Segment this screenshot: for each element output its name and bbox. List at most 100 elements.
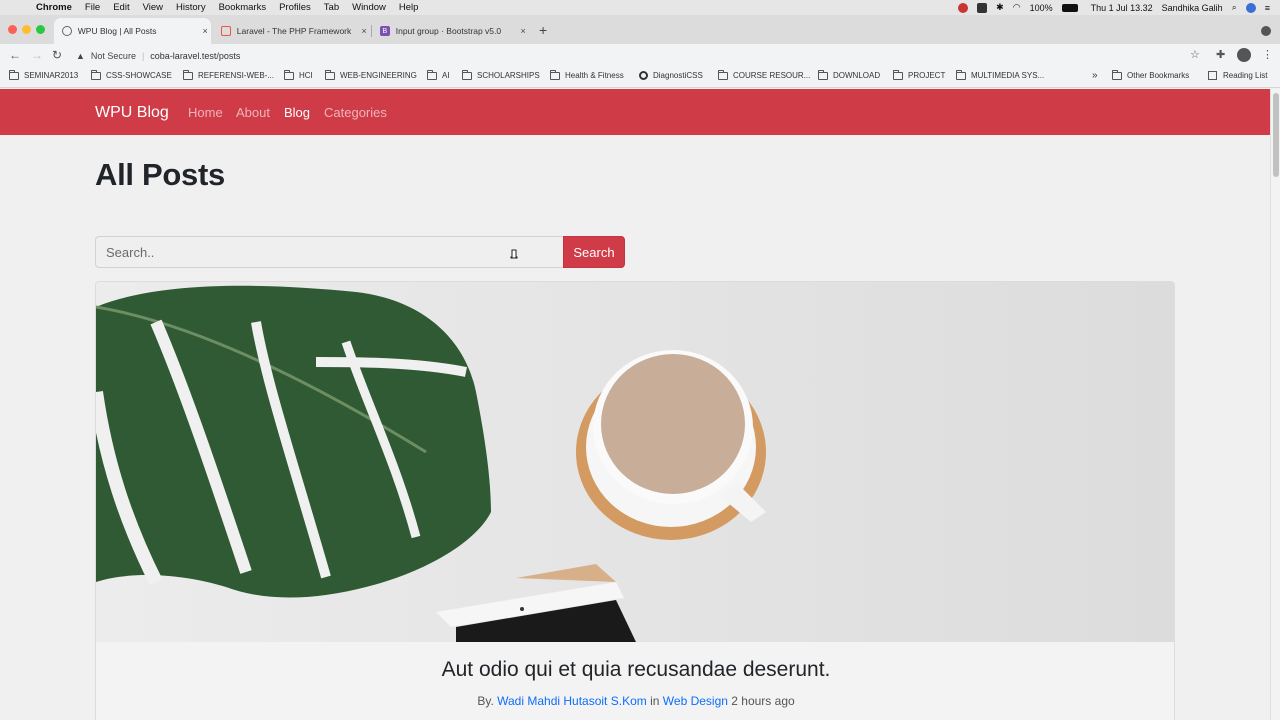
spotlight-search-icon[interactable]: ⌕ bbox=[1232, 2, 1237, 13]
tab-title: Laravel - The PHP Framework bbox=[236, 26, 352, 36]
site-brand[interactable]: WPU Blog bbox=[95, 104, 169, 122]
bookmark-label: SCHOLARSHIPS bbox=[477, 71, 540, 80]
bookmark-folder[interactable]: SEMINAR2013 bbox=[9, 69, 79, 80]
by-label: By. bbox=[477, 694, 494, 708]
folder-icon bbox=[9, 69, 19, 80]
chrome-menu-icon[interactable]: ⋮ bbox=[1262, 49, 1273, 61]
tab-title: WPU Blog | All Posts bbox=[77, 26, 157, 36]
menu-help[interactable]: Help bbox=[399, 2, 419, 13]
menu-bookmarks[interactable]: Bookmarks bbox=[219, 2, 267, 13]
bookmark-folder[interactable]: MULTIMEDIA SYS... bbox=[956, 69, 1044, 80]
laravel-icon bbox=[221, 26, 231, 36]
menu-view[interactable]: View bbox=[143, 2, 163, 13]
bookmark-folder[interactable]: WEB-ENGINEERING bbox=[325, 69, 417, 80]
address-bar[interactable]: ▲ Not Secure | coba-laravel.test/posts bbox=[76, 47, 240, 64]
post-title[interactable]: Aut odio qui et quia recusandae deserunt… bbox=[96, 658, 1174, 682]
scrollbar-thumb[interactable] bbox=[1273, 93, 1279, 177]
window-zoom-button[interactable] bbox=[36, 25, 45, 34]
nav-home[interactable]: Home bbox=[188, 105, 223, 120]
author-link[interactable]: Wadi Mahdi Hutasoit S.Kom bbox=[497, 694, 647, 708]
profile-avatar[interactable] bbox=[1237, 48, 1251, 62]
window-close-button[interactable] bbox=[8, 25, 17, 34]
tab-search-icon[interactable] bbox=[1261, 26, 1271, 36]
back-arrow-icon[interactable]: ← bbox=[9, 49, 21, 61]
reading-list[interactable]: Reading List bbox=[1208, 71, 1267, 80]
reload-icon[interactable]: ↻ bbox=[52, 49, 62, 61]
menu-window[interactable]: Window bbox=[352, 2, 386, 13]
post-time: 2 hours ago bbox=[731, 694, 795, 708]
bookmark-star-icon[interactable]: ☆ bbox=[1190, 49, 1200, 61]
more-bookmarks-chevron[interactable]: » bbox=[1092, 70, 1098, 81]
tab-close-icon[interactable]: × bbox=[358, 26, 370, 36]
folder-icon bbox=[325, 69, 335, 80]
bookmark-link[interactable]: DiagnostiCSS bbox=[639, 71, 703, 80]
folder-icon bbox=[1112, 69, 1122, 80]
folder-icon bbox=[183, 69, 193, 80]
search-input[interactable] bbox=[95, 236, 563, 268]
folder-icon bbox=[462, 69, 472, 80]
nav-blog[interactable]: Blog bbox=[284, 105, 310, 120]
browser-tab-strip: WPU Blog | All Posts × Laravel - The PHP… bbox=[0, 15, 1280, 44]
record-icon[interactable] bbox=[958, 2, 969, 13]
bookmark-folder[interactable]: DOWNLOAD bbox=[818, 69, 880, 80]
bookmark-folder[interactable]: REFERENSI-WEB-... bbox=[183, 69, 274, 80]
bookmark-folder[interactable]: SCHOLARSHIPS bbox=[462, 69, 540, 80]
window-minimize-button[interactable] bbox=[22, 25, 31, 34]
post-image[interactable] bbox=[96, 282, 1175, 642]
battery-icon[interactable] bbox=[1061, 3, 1078, 12]
category-link[interactable]: Web Design bbox=[663, 694, 728, 708]
wifi-icon[interactable]: ◠ bbox=[1013, 2, 1021, 13]
browser-toolbar: ← → ↻ ▲ Not Secure | coba-laravel.test/p… bbox=[0, 44, 1280, 67]
extensions-icon[interactable]: ✚ bbox=[1216, 49, 1225, 61]
menu-app-name[interactable]: Chrome bbox=[36, 2, 72, 13]
tab-bootstrap[interactable]: B Input group · Bootstrap v5.0 × bbox=[372, 18, 529, 44]
folder-icon bbox=[718, 69, 728, 80]
tab-close-icon[interactable]: × bbox=[199, 26, 211, 36]
bookmark-folder[interactable]: Health & Fitness bbox=[550, 69, 624, 80]
forward-arrow-icon[interactable]: → bbox=[31, 49, 43, 61]
security-label[interactable]: Not Secure bbox=[91, 51, 136, 61]
bookmark-folder[interactable]: PROJECT bbox=[893, 69, 946, 80]
menubar-status-area: ✱ ◠ 100% Thu 1 Jul 13.32 Sandhika Galih … bbox=[958, 0, 1270, 15]
url-text[interactable]: coba-laravel.test/posts bbox=[150, 51, 240, 61]
tab-wpu-blog[interactable]: WPU Blog | All Posts × bbox=[54, 18, 211, 44]
user-name[interactable]: Sandhika Galih bbox=[1162, 3, 1223, 13]
bookmark-folder[interactable]: CSS-SHOWCASE bbox=[91, 69, 172, 80]
bookmark-label: HCI bbox=[299, 71, 313, 80]
warning-icon[interactable]: ▲ bbox=[76, 51, 85, 61]
in-label: in bbox=[650, 694, 660, 708]
siri-icon[interactable] bbox=[1245, 2, 1256, 13]
other-bookmarks[interactable]: Other Bookmarks bbox=[1112, 69, 1189, 80]
new-tab-button[interactable]: + bbox=[539, 23, 547, 37]
post-meta: By. Wadi Mahdi Hutasoit S.Kom in Web Des… bbox=[96, 694, 1174, 708]
bookmark-label: SEMINAR2013 bbox=[24, 71, 79, 80]
bookmark-folder[interactable]: COURSE RESOUR... bbox=[718, 69, 811, 80]
page-scrollbar[interactable] bbox=[1270, 89, 1280, 720]
menu-tab[interactable]: Tab bbox=[324, 2, 339, 13]
bluetooth-icon[interactable]: ✱ bbox=[996, 2, 1004, 13]
menu-edit[interactable]: Edit bbox=[113, 2, 129, 13]
bookmark-label: DiagnostiCSS bbox=[653, 71, 703, 80]
bookmark-folder[interactable]: AI bbox=[427, 69, 450, 80]
menu-file[interactable]: File bbox=[85, 2, 100, 13]
folder-icon bbox=[818, 69, 828, 80]
reading-list-icon bbox=[1208, 71, 1217, 80]
bookmark-label: COURSE RESOUR... bbox=[733, 71, 811, 80]
bookmark-folder[interactable]: HCI bbox=[284, 69, 313, 80]
site-navbar: WPU Blog Home About Blog Categories bbox=[0, 89, 1270, 135]
search-button[interactable]: Search bbox=[563, 236, 625, 268]
control-center-icon[interactable]: ≡ bbox=[1265, 3, 1270, 13]
app-status-icon[interactable] bbox=[977, 2, 988, 13]
globe-icon bbox=[62, 26, 72, 36]
clock[interactable]: Thu 1 Jul 13.32 bbox=[1091, 3, 1153, 13]
nav-about[interactable]: About bbox=[236, 105, 270, 120]
menu-history[interactable]: History bbox=[176, 2, 206, 13]
bookmark-label: PROJECT bbox=[908, 71, 946, 80]
tab-laravel[interactable]: Laravel - The PHP Framework × bbox=[213, 18, 370, 44]
bookmark-label: WEB-ENGINEERING bbox=[340, 71, 417, 80]
nav-categories[interactable]: Categories bbox=[324, 105, 387, 120]
macos-menubar: Chrome File Edit View History Bookmarks … bbox=[0, 0, 1280, 15]
menu-profiles[interactable]: Profiles bbox=[279, 2, 311, 13]
featured-post-card[interactable]: Aut odio qui et quia recusandae deserunt… bbox=[95, 281, 1175, 720]
tab-close-icon[interactable]: × bbox=[517, 26, 529, 36]
